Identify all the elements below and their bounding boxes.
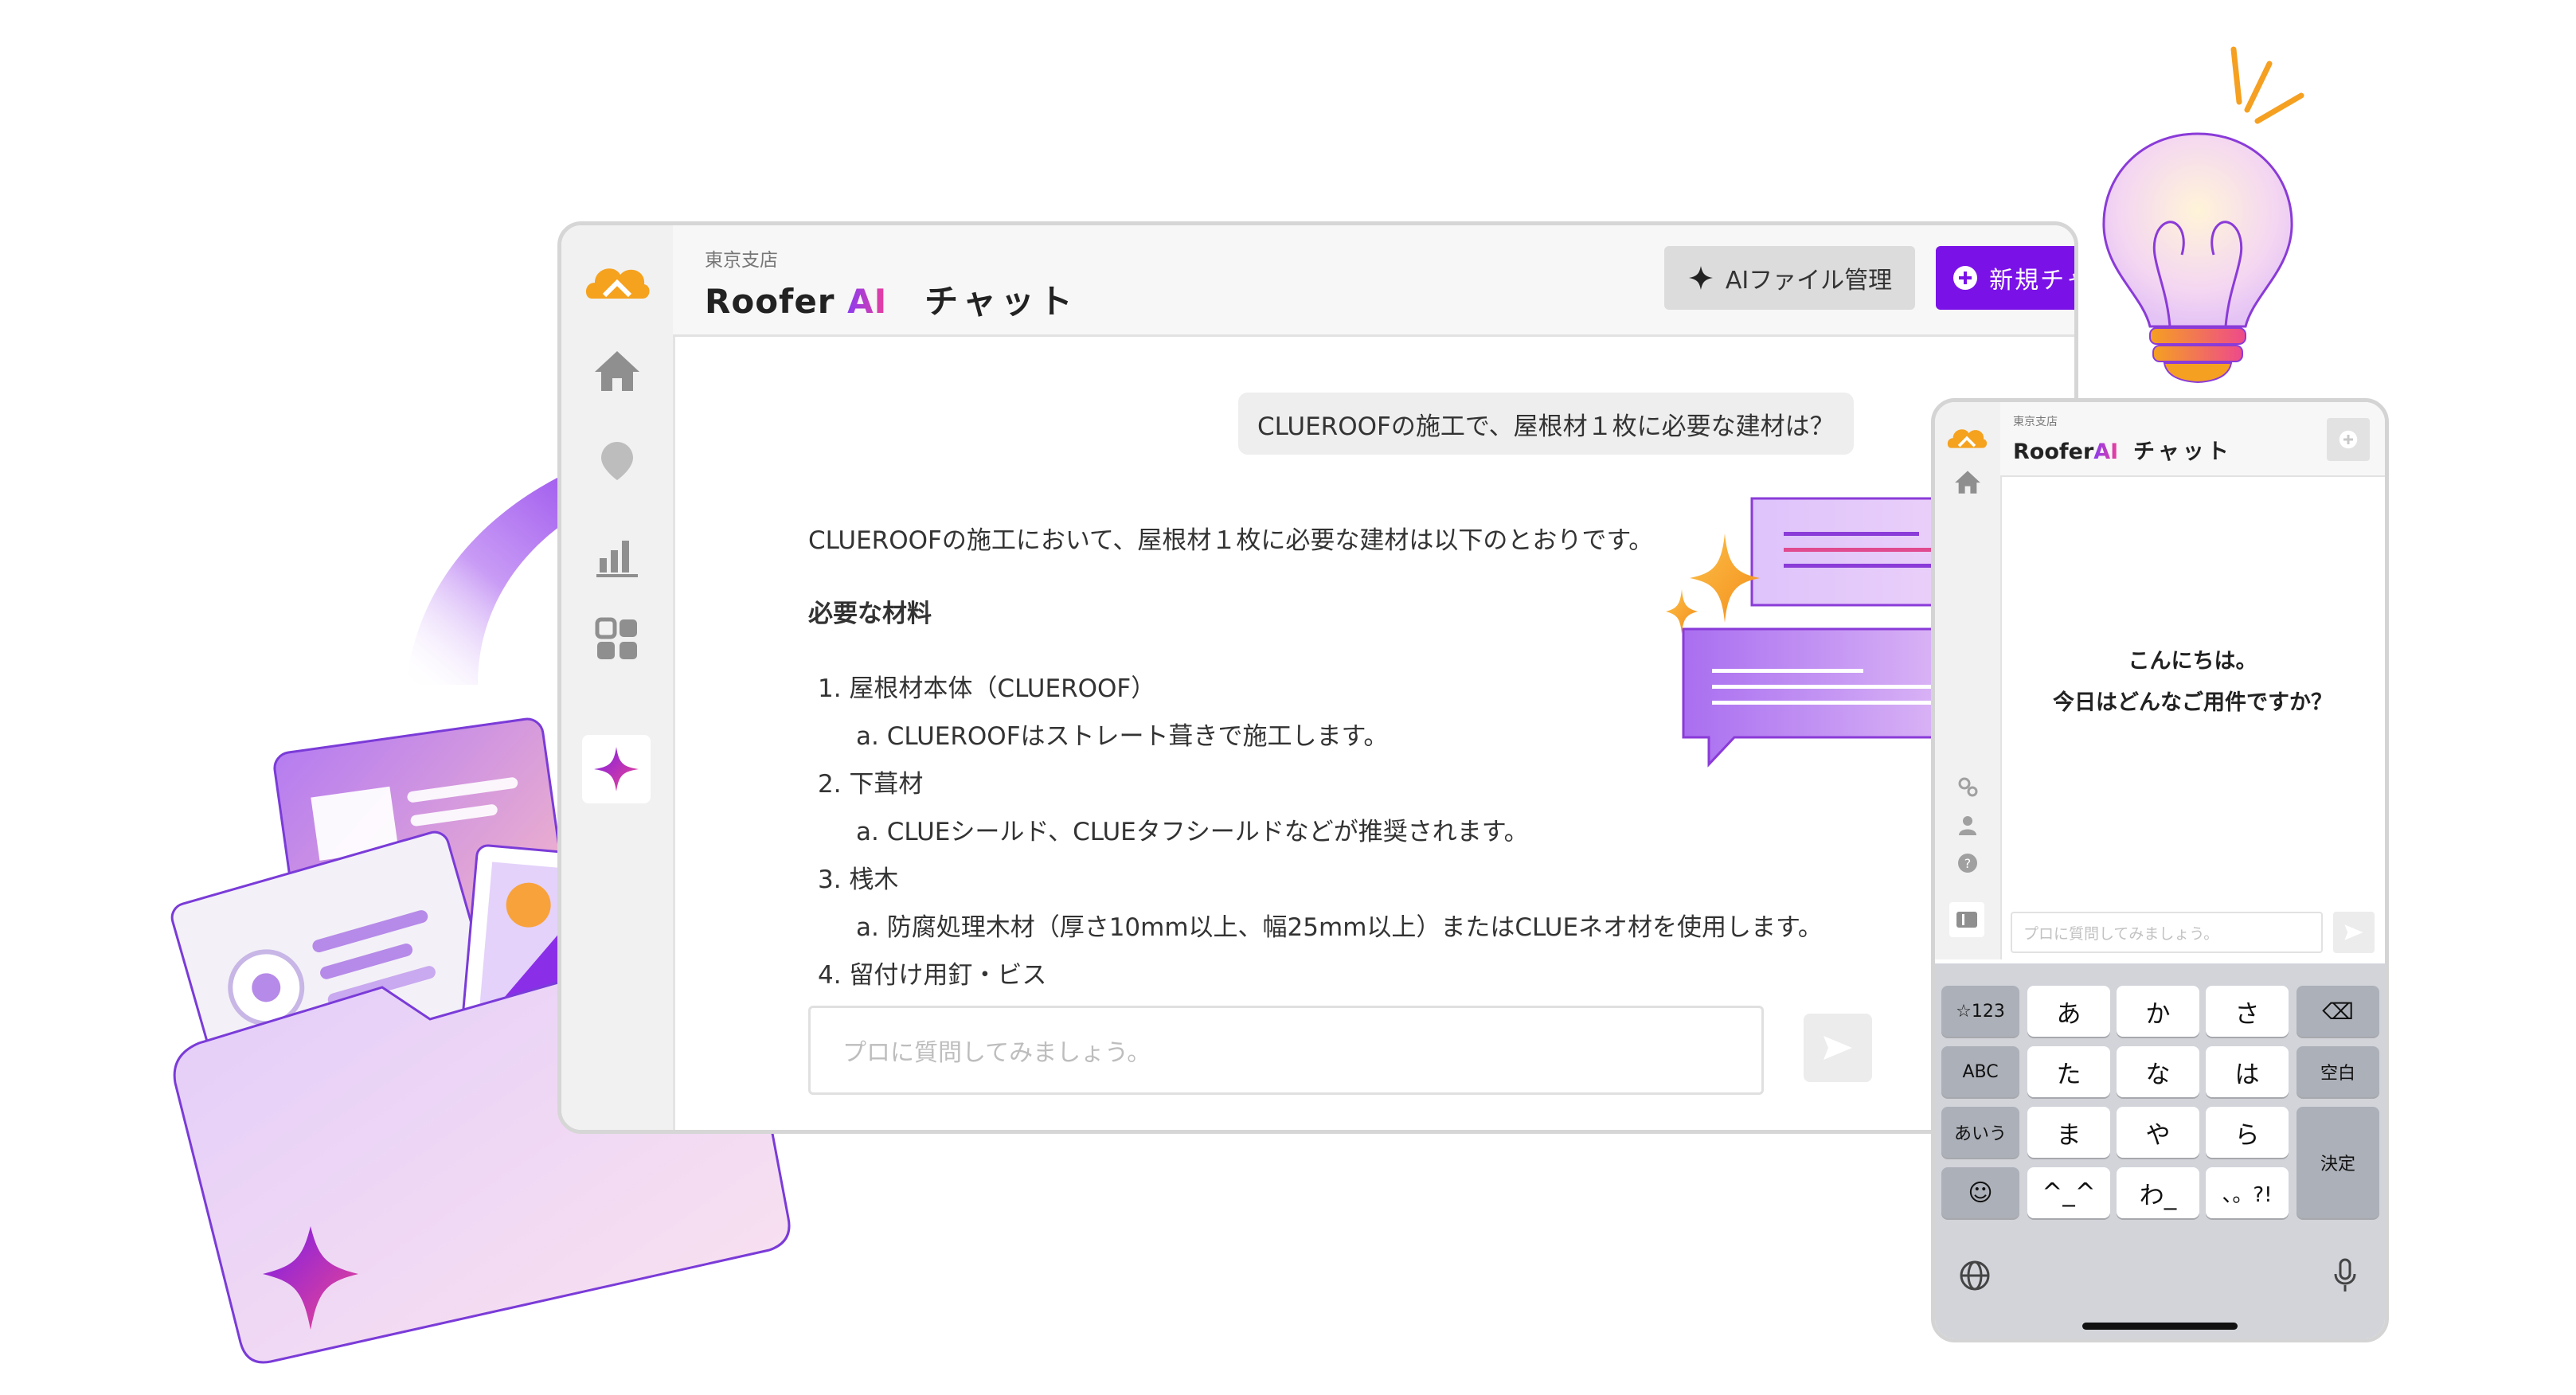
key-abc[interactable]: ABC bbox=[1941, 1046, 2019, 1097]
grid-icon[interactable] bbox=[590, 612, 644, 666]
mobile-home-icon[interactable] bbox=[1954, 469, 1981, 498]
plus-circle-icon bbox=[1953, 266, 1978, 290]
mobile-greeting: こんにちは。 今日はどんなご用件ですか？ bbox=[2000, 641, 2385, 724]
microphone-icon[interactable] bbox=[2333, 1258, 2357, 1296]
greeting-line-2: 今日はどんなご用件ですか？ bbox=[2053, 690, 2332, 715]
home-icon[interactable] bbox=[590, 343, 644, 397]
mobile-input-placeholder: プロに質問してみましょう。 bbox=[2023, 924, 2219, 943]
answer-item-2: 2. 下葺材 bbox=[818, 770, 924, 799]
title-prefix: Roofer bbox=[705, 282, 848, 321]
answer-item-4: 4. 留付け用釘・ビス bbox=[818, 961, 1047, 990]
mobile-new-chat-button[interactable] bbox=[2327, 418, 2370, 461]
globe-icon[interactable] bbox=[1959, 1260, 1991, 1295]
answer-subitem-3: a. 防腐処理木材（厚さ10mm以上、幅25mm以上）またはCLUEネオ材を使用… bbox=[856, 913, 1823, 942]
user-message-bubble: CLUEROOFの施工で、屋根材１枚に必要な建材は？ bbox=[1238, 393, 1854, 455]
answer-subitem-1: a. CLUEROOFはストレート葺きで施工します。 bbox=[856, 722, 1389, 751]
bar-chart-icon[interactable] bbox=[590, 528, 644, 582]
answer-item-1: 1. 屋根材本体（CLUEROOF） bbox=[818, 674, 1156, 703]
key-space[interactable]: 空白 bbox=[2297, 1046, 2379, 1097]
key-backspace[interactable]: ⌫ bbox=[2297, 986, 2379, 1037]
answer-subitem-2: a. CLUEシールド、CLUEタフシールドなどが推奨されます。 bbox=[856, 818, 1529, 846]
key-enter[interactable]: 決定 bbox=[2297, 1107, 2379, 1218]
desktop-header: 東京支店 Roofer AI チャット AIファイル管理 新規チャット bbox=[673, 225, 2074, 337]
mobile-branch-label: 東京支店 bbox=[2013, 416, 2058, 428]
greeting-line-1: こんにちは。 bbox=[2128, 649, 2257, 674]
key-na[interactable]: な bbox=[2117, 1046, 2199, 1097]
key-ra[interactable]: ら bbox=[2206, 1107, 2289, 1158]
mobile-chat-input[interactable]: プロに質問してみましょう。 bbox=[2011, 912, 2323, 953]
new-chat-button[interactable]: 新規チャット bbox=[1936, 246, 2074, 310]
chat-input[interactable]: プロに質問してみましょう。 bbox=[808, 1006, 1764, 1095]
mobile-user-icon[interactable] bbox=[1957, 815, 1978, 838]
mobile-title-suffix: チャット bbox=[2133, 440, 2232, 464]
mobile-title-ai: AI bbox=[2093, 440, 2119, 464]
answer-intro: CLUEROOFの施工において、屋根材１枚に必要な建材は以下のとおりです。 bbox=[808, 526, 1654, 555]
chat-input-placeholder: プロに質問してみましょう。 bbox=[842, 1039, 1151, 1067]
branch-label: 東京支店 bbox=[705, 250, 778, 271]
desktop-sidebar bbox=[561, 225, 675, 1130]
send-icon bbox=[1824, 1036, 1852, 1060]
mobile-logo-icon[interactable] bbox=[1946, 423, 1988, 455]
send-button[interactable] bbox=[1804, 1014, 1872, 1082]
mobile-header: 東京支店 RooferAI チャット bbox=[2000, 402, 2385, 477]
ai-file-management-button[interactable]: AIファイル管理 bbox=[1664, 246, 1915, 310]
mobile-plus-icon bbox=[2339, 430, 2358, 449]
key-emoji[interactable]: ☺ bbox=[1941, 1167, 2019, 1218]
key-ka[interactable]: か bbox=[2117, 986, 2199, 1037]
mobile-help-icon[interactable]: ? bbox=[1957, 853, 1978, 877]
mobile-settings-icon[interactable] bbox=[1957, 776, 1978, 800]
title-suffix: チャット bbox=[924, 282, 1077, 321]
key-ya[interactable]: や bbox=[2117, 1107, 2199, 1158]
answer-item-3: 3. 桟木 bbox=[818, 866, 899, 894]
logo-icon[interactable] bbox=[584, 254, 651, 308]
svg-text:?: ? bbox=[1964, 856, 1972, 871]
key-sa[interactable]: さ bbox=[2206, 986, 2289, 1037]
mobile-page-title: RooferAI チャット bbox=[2013, 434, 2232, 465]
mobile-send-button[interactable] bbox=[2333, 912, 2375, 953]
ai-star-icon bbox=[1688, 266, 1713, 290]
mobile-sidebar: ? bbox=[1935, 402, 2002, 959]
mobile-send-icon bbox=[2344, 924, 2363, 940]
key-symbols[interactable]: ☆123 bbox=[1941, 986, 2019, 1037]
ai-file-management-label: AIファイル管理 bbox=[1725, 267, 1893, 295]
key-ta[interactable]: た bbox=[2027, 1046, 2110, 1097]
page-title: Roofer AI チャット bbox=[705, 275, 1077, 323]
lightbulb-illustration bbox=[2102, 46, 2304, 384]
mobile-chat-window: ? 東京支店 RooferAI チャット こんにちは。 今日はどんなご用件ですか… bbox=[1931, 398, 2389, 1342]
new-chat-label: 新規チャット bbox=[1989, 267, 2074, 295]
key-ma[interactable]: ま bbox=[2027, 1107, 2110, 1158]
key-kaomoji[interactable]: ^_^ bbox=[2027, 1167, 2110, 1218]
key-wa[interactable]: わ_ bbox=[2117, 1167, 2199, 1218]
japanese-keyboard: ☆123 あ か さ ⌫ ABC た な は 空白 あいう ま や ら 決定 ☺… bbox=[1935, 963, 2385, 1338]
key-ha[interactable]: は bbox=[2206, 1046, 2289, 1097]
ai-sparkle-icon[interactable] bbox=[582, 735, 651, 803]
answer-heading: 必要な材料 bbox=[808, 600, 932, 628]
home-indicator bbox=[2082, 1323, 2238, 1330]
key-a[interactable]: あ bbox=[2027, 986, 2110, 1037]
map-pin-icon[interactable] bbox=[590, 434, 644, 488]
key-punctuation[interactable]: 、。?! bbox=[2206, 1167, 2289, 1218]
mobile-panel-icon[interactable] bbox=[1949, 902, 1984, 937]
key-kana[interactable]: あいう bbox=[1941, 1107, 2019, 1158]
title-ai: AI bbox=[847, 282, 888, 321]
mobile-title-prefix: Roofer bbox=[2013, 440, 2094, 464]
